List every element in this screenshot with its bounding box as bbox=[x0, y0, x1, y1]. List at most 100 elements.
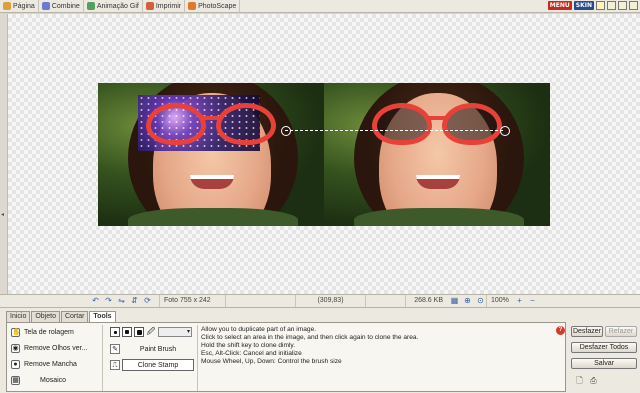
close-icon[interactable] bbox=[629, 1, 638, 10]
tool-red-eye[interactable]: ◉ Remove Olhos ver... bbox=[11, 342, 87, 354]
tab-combine[interactable]: Combine bbox=[39, 0, 84, 13]
new-file-icon[interactable]: 🗋 bbox=[575, 376, 584, 385]
zoom-out-icon[interactable]: − bbox=[527, 296, 538, 306]
tools-panel: ✋ Tela de rolagem ◉ Remove Olhos ver... ● R… bbox=[6, 322, 566, 392]
tool-help-text: Allow you to duplicate part of an image.… bbox=[201, 326, 551, 366]
brush-color-dropdown[interactable]: ▾ bbox=[158, 327, 192, 337]
sunglasses-lens-right bbox=[442, 103, 502, 145]
clone-stamp-tool[interactable]: ⎍ Clone Stamp bbox=[110, 359, 194, 371]
sunglasses-bridge bbox=[429, 116, 445, 120]
help-line: Mouse Wheel, Up, Down: Control the brush… bbox=[201, 358, 342, 365]
tab-animacao-gif[interactable]: Animação Gif bbox=[84, 0, 143, 13]
help-line: Allow you to duplicate part of an image. bbox=[201, 326, 317, 333]
tab-pagina[interactable]: Página bbox=[0, 0, 39, 13]
status-empty-2 bbox=[365, 295, 405, 307]
file-size: 268.6 KB bbox=[405, 295, 447, 307]
tool-label: Tela de rolagem bbox=[24, 328, 74, 336]
page-icon bbox=[3, 2, 11, 10]
clone-guide-line bbox=[285, 130, 503, 131]
clone-source-ring bbox=[281, 126, 291, 136]
photo-preview-edited[interactable] bbox=[98, 83, 324, 226]
rotate-right-icon[interactable]: ↷ bbox=[103, 296, 114, 306]
zoom-level: 100% bbox=[486, 295, 512, 307]
collapse-arrow-icon[interactable]: ◂ bbox=[1, 211, 4, 218]
tool-label: Remove Olhos ver... bbox=[24, 344, 88, 352]
status-bar: ↶ ↷ ⇋ ⇵ ⟳ Foto 755 x 242 (309,83) 268.6 … bbox=[0, 294, 640, 308]
sunglasses-lens-left bbox=[146, 103, 206, 145]
undo-all-button[interactable]: Desfazer Todos bbox=[571, 342, 637, 353]
status-empty bbox=[225, 295, 295, 307]
paint-brush-icon: ✎ bbox=[110, 344, 120, 354]
tool-spot-removal[interactable]: ● Remove Mancha bbox=[11, 358, 77, 370]
tab-label: Imprimir bbox=[155, 2, 182, 10]
tab-label: PhotoScape bbox=[198, 2, 237, 10]
window-controls: MENU SKIN bbox=[547, 1, 638, 10]
zoom-in-icon[interactable]: + bbox=[514, 296, 525, 306]
tab-cortar[interactable]: Cortar bbox=[60, 311, 89, 322]
gif-icon bbox=[86, 2, 95, 10]
tab-imprimir[interactable]: Imprimir bbox=[143, 0, 186, 13]
tab-inicio[interactable]: Inicio bbox=[6, 311, 31, 322]
menu-button[interactable]: MENU bbox=[547, 1, 572, 10]
panel-divider bbox=[102, 325, 103, 391]
tab-tools[interactable]: Tools bbox=[89, 311, 116, 322]
brush-size-medium[interactable] bbox=[122, 327, 132, 337]
sunglasses-lens-right bbox=[216, 103, 276, 145]
maximize-icon[interactable] bbox=[618, 1, 627, 10]
left-collapse-strip[interactable]: ◂ bbox=[0, 14, 8, 294]
hand-icon: ✋ bbox=[11, 327, 21, 337]
help-icon[interactable]: ? bbox=[556, 326, 565, 335]
minimize-icon[interactable] bbox=[607, 1, 616, 10]
eye-icon: ◉ bbox=[11, 343, 20, 353]
print-icon[interactable]: ⎙ bbox=[589, 376, 598, 385]
redo-button[interactable]: Refazer bbox=[605, 326, 637, 337]
photo-preview-original[interactable] bbox=[324, 83, 550, 226]
help-line: Hold the shift key to clone dimly. bbox=[201, 342, 296, 349]
rotate-toolbar: ↶ ↷ ⇋ ⇵ ⟳ bbox=[88, 296, 153, 306]
brush-size-large[interactable] bbox=[134, 327, 144, 337]
tab-label: Combine bbox=[51, 2, 80, 10]
tool-scroll[interactable]: ✋ Tela de rolagem bbox=[11, 326, 74, 338]
save-button[interactable]: Salvar bbox=[571, 358, 637, 369]
fit-window-icon[interactable]: ▦ bbox=[449, 296, 460, 306]
mosaic-icon: ▦ bbox=[11, 375, 20, 385]
skin-button[interactable]: SKIN bbox=[573, 1, 594, 10]
help-line: Click to select an area in the image, an… bbox=[201, 334, 419, 341]
tab-label: Página bbox=[13, 2, 35, 10]
rotate-left-icon[interactable]: ↶ bbox=[90, 296, 101, 306]
color-picker-icon[interactable]: 🖉 bbox=[146, 327, 156, 337]
zoom-actual-icon[interactable]: ⊙ bbox=[475, 296, 486, 306]
clone-stamp-label: Clone Stamp bbox=[122, 359, 194, 371]
brush-size-small[interactable] bbox=[110, 327, 120, 337]
paint-brush-tool[interactable]: ✎ Paint Brush bbox=[110, 343, 194, 355]
print-icon bbox=[145, 2, 154, 10]
panel-divider-2 bbox=[197, 325, 198, 391]
tools-panel-area: Inicio Objeto Cortar Tools ✋ Tela de rola… bbox=[0, 308, 640, 393]
combine-icon bbox=[41, 2, 50, 10]
help-line: Esc, Alt-Click: Cancel and initialize bbox=[201, 350, 302, 357]
tab-photoscape[interactable]: PhotoScape bbox=[185, 0, 241, 13]
flip-vertical-icon[interactable]: ⇵ bbox=[129, 296, 140, 306]
tab-objeto[interactable]: Objeto bbox=[31, 311, 60, 322]
photo-shirt bbox=[354, 208, 524, 226]
cursor-coordinates: (309,83) bbox=[295, 295, 365, 307]
photo-info: Foto 755 x 242 bbox=[159, 295, 225, 307]
tool-mosaic[interactable]: ▦ Mosaico bbox=[11, 374, 66, 386]
top-tab-bar: Página Combine Animação Gif Imprimir Pho… bbox=[0, 0, 640, 13]
tool-label: Mosaico bbox=[40, 376, 67, 384]
zoom-fit-icon[interactable]: ⊕ bbox=[462, 296, 473, 306]
paint-brush-label: Paint Brush bbox=[139, 346, 177, 353]
flip-horizontal-icon[interactable]: ⇋ bbox=[116, 296, 127, 306]
sunglasses-lens-left bbox=[372, 103, 432, 145]
photoscape-icon bbox=[188, 2, 197, 10]
sunglasses-bridge bbox=[203, 116, 219, 120]
undo-button[interactable]: Desfazer bbox=[571, 326, 603, 337]
tool-label: Remove Mancha bbox=[24, 360, 77, 368]
refresh-icon[interactable]: ⟳ bbox=[142, 296, 153, 306]
editor-tabs: Inicio Objeto Cortar Tools bbox=[6, 311, 116, 322]
photo-shirt bbox=[128, 208, 298, 226]
clone-stamp-icon: ⎍ bbox=[110, 360, 120, 370]
spot-icon: ● bbox=[11, 359, 20, 369]
brush-size-options: 🖉 ▾ bbox=[110, 327, 192, 337]
help-icon[interactable] bbox=[596, 1, 605, 10]
